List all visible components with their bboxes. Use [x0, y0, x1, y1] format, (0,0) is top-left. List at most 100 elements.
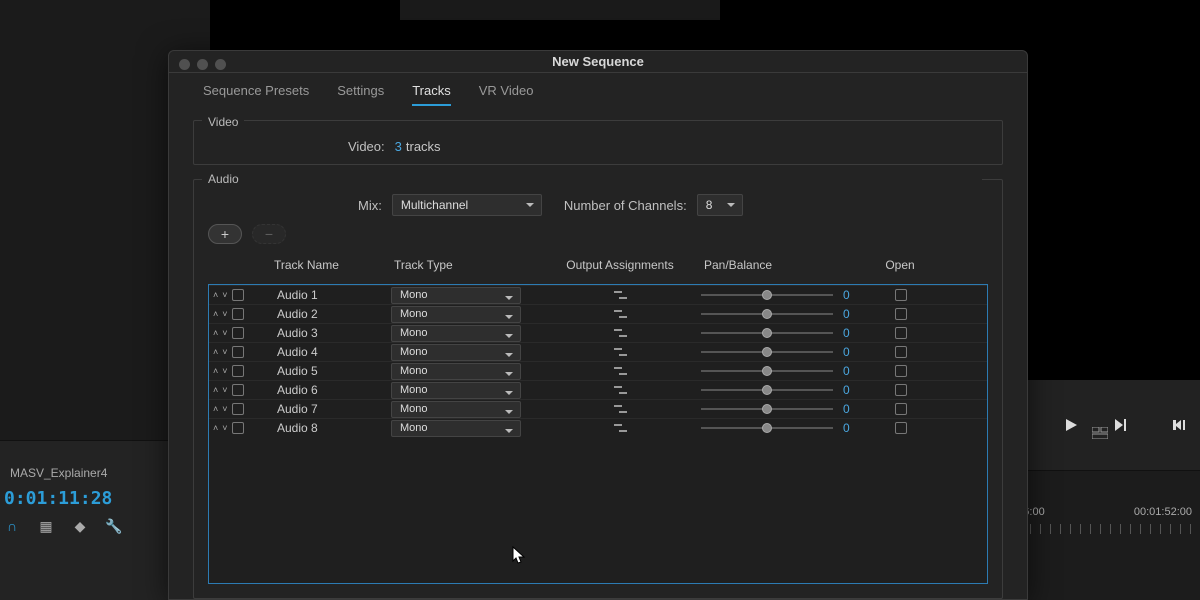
- track-table[interactable]: ˄˅Audio 1Mono0˄˅Audio 2Mono0˄˅Audio 3Mon…: [208, 284, 988, 584]
- pan-slider[interactable]: [701, 389, 833, 391]
- track-row[interactable]: ˄˅Audio 3Mono0: [209, 323, 987, 342]
- track-type-select[interactable]: Mono: [391, 344, 521, 361]
- timecode-display[interactable]: 0:01:11:28: [4, 490, 112, 508]
- pan-slider[interactable]: [701, 294, 833, 296]
- row-move-down-icon[interactable]: ˅: [222, 328, 227, 338]
- output-assignment-icon[interactable]: [614, 289, 628, 301]
- window-zoom-icon[interactable]: [215, 59, 226, 70]
- pan-slider[interactable]: [701, 408, 833, 410]
- row-select-checkbox[interactable]: [232, 384, 244, 396]
- pan-slider[interactable]: [701, 313, 833, 315]
- track-name-cell[interactable]: Audio 8: [271, 421, 391, 435]
- open-checkbox[interactable]: [895, 403, 907, 415]
- output-assignment-icon[interactable]: [614, 346, 628, 358]
- row-select-checkbox[interactable]: [232, 308, 244, 320]
- pan-slider[interactable]: [701, 370, 833, 372]
- output-assignment-icon[interactable]: [614, 422, 628, 434]
- row-move-up-icon[interactable]: ˄: [213, 328, 218, 338]
- settings-icon[interactable]: 🔧: [106, 518, 122, 534]
- row-select-checkbox[interactable]: [232, 346, 244, 358]
- row-select-checkbox[interactable]: [232, 289, 244, 301]
- row-move-down-icon[interactable]: ˅: [222, 423, 227, 433]
- row-select-checkbox[interactable]: [232, 403, 244, 415]
- video-tracks-count[interactable]: 3: [395, 139, 402, 154]
- marker-icon[interactable]: ◆: [72, 518, 88, 534]
- pan-value[interactable]: 0: [843, 402, 861, 416]
- pan-value[interactable]: 0: [843, 345, 861, 359]
- tab-settings[interactable]: Settings: [337, 83, 384, 106]
- pan-slider[interactable]: [701, 351, 833, 353]
- output-assignment-icon[interactable]: [614, 365, 628, 377]
- track-row[interactable]: ˄ ˅ Audio 1Mono 0: [209, 285, 987, 304]
- row-move-up-icon[interactable]: ˄: [213, 423, 218, 433]
- track-name-cell[interactable]: Audio 2: [271, 307, 391, 321]
- pan-knob[interactable]: [762, 366, 772, 376]
- open-checkbox[interactable]: [895, 384, 907, 396]
- open-checkbox[interactable]: [895, 308, 907, 320]
- add-track-button[interactable]: +: [208, 224, 242, 244]
- track-type-select[interactable]: Mono: [391, 306, 521, 323]
- open-checkbox[interactable]: [895, 289, 907, 301]
- track-row[interactable]: ˄ ˅ Audio 4Mono 0: [209, 342, 987, 361]
- track-row[interactable]: ˄ ˅ Audio 8Mono 0: [209, 418, 987, 437]
- open-checkbox[interactable]: [895, 365, 907, 377]
- row-move-down-icon[interactable]: ˅: [222, 309, 227, 319]
- row-move-up-icon[interactable]: ˄: [213, 347, 218, 357]
- output-assignment-icon[interactable]: [614, 403, 628, 415]
- channels-select[interactable]: 8: [697, 194, 743, 216]
- track-name-cell[interactable]: Audio 7: [271, 402, 391, 416]
- track-name-cell[interactable]: Audio 3: [271, 326, 391, 340]
- pan-value[interactable]: 0: [843, 383, 861, 397]
- output-assignment-icon[interactable]: [614, 308, 628, 320]
- track-row[interactable]: ˄ ˅ Audio 2Mono 0: [209, 304, 987, 323]
- row-move-down-icon[interactable]: ˅: [222, 347, 227, 357]
- row-move-up-icon[interactable]: ˄: [213, 366, 218, 376]
- pan-knob[interactable]: [762, 347, 772, 357]
- pan-knob[interactable]: [762, 385, 772, 395]
- row-select-checkbox[interactable]: [232, 327, 244, 339]
- pan-value[interactable]: 0: [843, 288, 861, 302]
- step-forward-button[interactable]: [1105, 413, 1137, 437]
- open-checkbox[interactable]: [895, 327, 907, 339]
- track-type-select[interactable]: Mono: [391, 420, 521, 437]
- open-checkbox[interactable]: [895, 422, 907, 434]
- pan-knob[interactable]: [762, 290, 772, 300]
- row-move-down-icon[interactable]: ˅: [222, 290, 227, 300]
- pan-knob[interactable]: [762, 423, 772, 433]
- output-assignment-icon[interactable]: [614, 384, 628, 396]
- track-type-select[interactable]: Mono: [391, 401, 521, 418]
- pan-knob[interactable]: [762, 328, 772, 338]
- window-close-icon[interactable]: [179, 59, 190, 70]
- row-select-checkbox[interactable]: [232, 422, 244, 434]
- output-assignment-icon[interactable]: [614, 327, 628, 339]
- track-name-cell[interactable]: Audio 4: [271, 345, 391, 359]
- pan-value[interactable]: 0: [843, 307, 861, 321]
- track-name-cell[interactable]: Audio 1: [271, 288, 391, 302]
- row-move-down-icon[interactable]: ˅: [222, 404, 227, 414]
- linked-selection-icon[interactable]: ▦: [38, 518, 54, 534]
- snap-icon[interactable]: ∩: [4, 518, 20, 534]
- row-move-up-icon[interactable]: ˄: [213, 290, 218, 300]
- row-move-down-icon[interactable]: ˅: [222, 366, 227, 376]
- view-mode-icon[interactable]: [1092, 426, 1108, 444]
- dialog-titlebar[interactable]: New Sequence: [169, 51, 1027, 73]
- track-name-cell[interactable]: Audio 6: [271, 383, 391, 397]
- track-row[interactable]: ˄ ˅ Audio 6Mono 0: [209, 380, 987, 399]
- pan-knob[interactable]: [762, 309, 772, 319]
- tab-sequence-presets[interactable]: Sequence Presets: [203, 83, 309, 106]
- track-type-select[interactable]: Mono: [391, 363, 521, 380]
- pan-value[interactable]: 0: [843, 421, 861, 435]
- mix-select[interactable]: Multichannel: [392, 194, 542, 216]
- track-row[interactable]: ˄ ˅ Audio 5Mono 0: [209, 361, 987, 380]
- track-type-select[interactable]: Mono: [391, 287, 521, 304]
- pan-value[interactable]: 0: [843, 364, 861, 378]
- row-move-down-icon[interactable]: ˅: [222, 385, 227, 395]
- row-move-up-icon[interactable]: ˄: [213, 404, 218, 414]
- track-type-select[interactable]: Mono: [391, 382, 521, 399]
- window-minimize-icon[interactable]: [197, 59, 208, 70]
- row-move-up-icon[interactable]: ˄: [213, 309, 218, 319]
- track-name-cell[interactable]: Audio 5: [271, 364, 391, 378]
- row-move-up-icon[interactable]: ˄: [213, 385, 218, 395]
- track-type-select[interactable]: Mono: [391, 325, 521, 342]
- track-row[interactable]: ˄ ˅ Audio 7Mono 0: [209, 399, 987, 418]
